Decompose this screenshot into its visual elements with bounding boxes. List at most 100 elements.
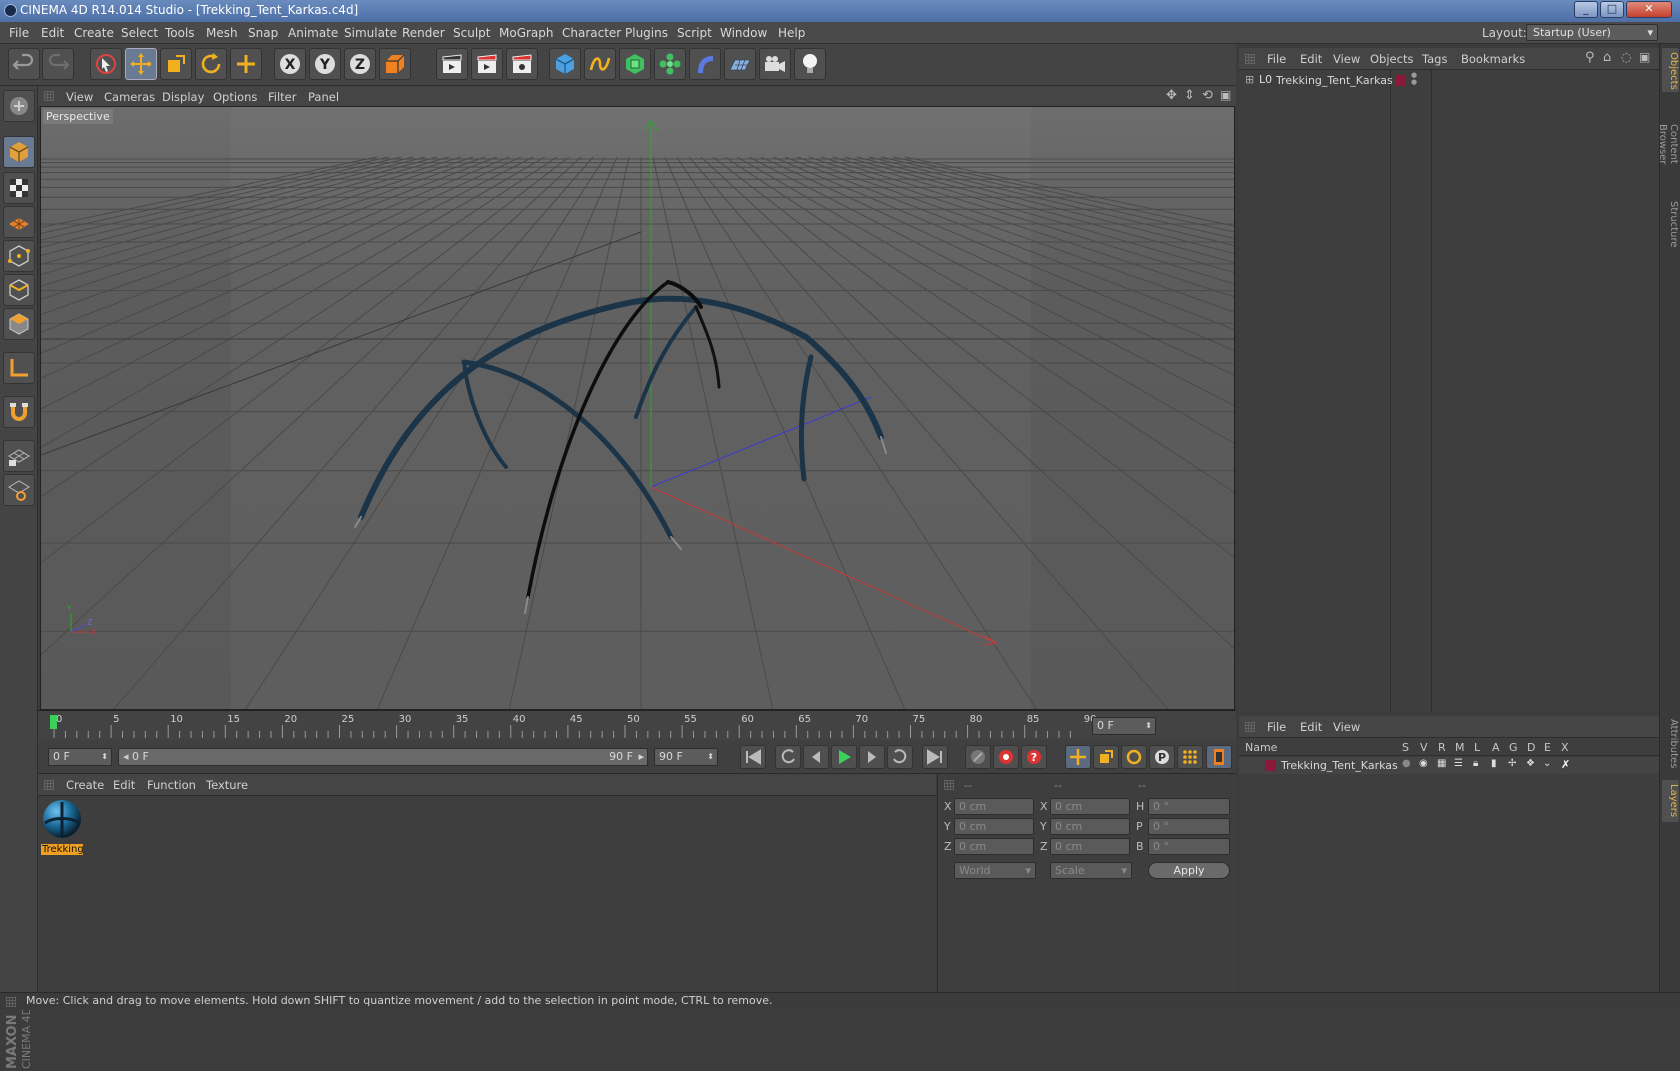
visibility-dots-icon[interactable]: ● ● <box>1411 72 1417 86</box>
menu-help[interactable]: Help <box>778 26 805 40</box>
size-y-field[interactable]: 0 cm <box>1050 818 1130 835</box>
previous-frame-button[interactable] <box>803 745 829 769</box>
eye-icon[interactable]: ◉ <box>1419 758 1428 769</box>
material-menu-edit[interactable]: Edit <box>113 778 135 792</box>
viewport-pan-icon[interactable]: ✥ <box>1166 88 1177 103</box>
rotation-h-field[interactable]: 0 ° <box>1148 798 1230 815</box>
menu-render[interactable]: Render <box>402 26 445 40</box>
edges-mode-button[interactable] <box>3 274 35 306</box>
layer-col-render[interactable]: R <box>1438 741 1446 754</box>
menu-edit[interactable]: Edit <box>41 26 64 40</box>
current-frame-field[interactable]: 0 F ⬍ <box>1092 717 1156 735</box>
autokeying-button[interactable] <box>993 745 1019 769</box>
make-editable-button[interactable] <box>3 90 35 122</box>
generator-icon[interactable]: ✢ <box>1508 758 1516 769</box>
viewport-menu-view[interactable]: View <box>66 90 93 104</box>
key-position-button[interactable] <box>1065 745 1091 769</box>
expand-icon[interactable]: ⊞ <box>1245 73 1254 86</box>
array-button[interactable] <box>654 48 686 80</box>
coordinate-system-button[interactable] <box>379 48 411 80</box>
model-mode-button[interactable] <box>3 136 35 168</box>
panel-collapse-icon[interactable]: ◌ <box>1621 50 1631 64</box>
menu-animate[interactable]: Animate <box>288 26 338 40</box>
x-axis-lock-button[interactable]: X <box>274 48 306 80</box>
menu-file[interactable]: File <box>9 26 29 40</box>
key-rotation-button[interactable] <box>1121 745 1147 769</box>
viewport-rotate-icon[interactable]: ⟲ <box>1202 88 1213 103</box>
layer-color-swatch[interactable] <box>1265 760 1276 771</box>
object-menu-file[interactable]: File <box>1267 52 1286 66</box>
layer-col-solo[interactable]: S <box>1402 741 1409 754</box>
position-x-field[interactable]: 0 cm <box>954 798 1034 815</box>
layer-menu-file[interactable]: File <box>1267 720 1286 734</box>
menu-snap[interactable]: Snap <box>248 26 278 40</box>
frame-range-slider[interactable]: ◂ 0 F 90 F ▸ <box>118 748 648 766</box>
layer-col-locked[interactable]: L <box>1474 741 1480 754</box>
solo-dot-icon[interactable]: ● <box>1402 758 1411 769</box>
viewport-menu-filter[interactable]: Filter <box>268 90 296 104</box>
tab-structure[interactable]: Structure <box>1662 196 1679 252</box>
lock-icon[interactable]: 🔒︎ <box>1473 758 1478 769</box>
next-key-button[interactable] <box>887 745 913 769</box>
play-button[interactable] <box>831 745 857 769</box>
object-menu-objects[interactable]: Objects <box>1370 52 1413 66</box>
light-button[interactable] <box>794 48 826 80</box>
layer-color-swatch[interactable] <box>1395 75 1406 86</box>
menu-tools[interactable]: Tools <box>165 26 195 40</box>
record-keys-button[interactable] <box>965 745 991 769</box>
layer-col-generators[interactable]: G <box>1509 741 1518 754</box>
material-item[interactable]: Trekking <box>41 797 83 855</box>
layer-row[interactable]: Trekking_Tent_Karkas ● ◉ ▦ ☰ 🔒︎ ▮ ✢ ❖ ⌄ … <box>1239 757 1659 774</box>
close-button[interactable]: ✕ <box>1626 1 1672 18</box>
coordinate-space-dropdown[interactable]: World ▾ <box>954 862 1036 879</box>
minimize-button[interactable]: _ <box>1574 1 1598 18</box>
key-point-level-button[interactable] <box>1177 745 1203 769</box>
recent-tool-button[interactable] <box>230 48 262 80</box>
layout-dropdown[interactable]: Startup (User) ▾ <box>1526 24 1658 41</box>
undo-button[interactable] <box>8 48 40 80</box>
move-tool-button[interactable] <box>125 48 157 80</box>
xref-icon[interactable]: ✗ <box>1561 758 1570 771</box>
object-menu-tags[interactable]: Tags <box>1422 52 1447 66</box>
menu-window[interactable]: Window <box>720 26 767 40</box>
viewport-menu-panel[interactable]: Panel <box>308 90 339 104</box>
planar-workplane-button[interactable] <box>3 474 35 506</box>
key-parameter-button[interactable]: P <box>1149 745 1175 769</box>
tab-objects[interactable]: Objects <box>1662 48 1679 92</box>
size-x-field[interactable]: 0 cm <box>1050 798 1130 815</box>
axis-mode-button[interactable] <box>3 352 35 384</box>
material-manager-area[interactable]: Trekking <box>38 796 936 992</box>
render-view-button[interactable] <box>436 48 468 80</box>
deformer-icon[interactable]: ❖ <box>1526 758 1535 769</box>
next-frame-button[interactable] <box>859 745 885 769</box>
menu-create[interactable]: Create <box>74 26 114 40</box>
points-mode-button[interactable] <box>3 240 35 272</box>
viewport-menu-cameras[interactable]: Cameras <box>104 90 155 104</box>
workplane-lock-button[interactable] <box>3 440 35 472</box>
live-selection-button[interactable] <box>90 48 122 80</box>
manager-icon[interactable]: ☰ <box>1454 758 1463 769</box>
rotate-tool-button[interactable] <box>195 48 227 80</box>
y-axis-lock-button[interactable]: Y <box>309 48 341 80</box>
position-z-field[interactable]: 0 cm <box>954 838 1034 855</box>
layer-col-expressions[interactable]: E <box>1544 741 1551 754</box>
search-icon[interactable]: ⚲ <box>1585 50 1595 65</box>
layer-menu-edit[interactable]: Edit <box>1300 720 1322 734</box>
render-to-picture-viewer-button[interactable] <box>471 48 503 80</box>
rotation-b-field[interactable]: 0 ° <box>1148 838 1230 855</box>
coordinate-mode-dropdown[interactable]: Scale ▾ <box>1050 862 1132 879</box>
material-menu-function[interactable]: Function <box>147 778 196 792</box>
material-menu-create[interactable]: Create <box>66 778 104 792</box>
go-to-start-button[interactable] <box>740 745 766 769</box>
viewport-maximize-icon[interactable]: ▣ <box>1220 88 1231 102</box>
z-axis-lock-button[interactable]: Z <box>344 48 376 80</box>
tab-layers[interactable]: Layers <box>1662 780 1679 822</box>
go-to-end-button[interactable] <box>922 745 948 769</box>
tab-attributes[interactable]: Attributes <box>1662 714 1679 774</box>
viewport-menu-display[interactable]: Display <box>162 90 204 104</box>
texture-mode-button[interactable] <box>3 172 35 204</box>
layer-col-animation[interactable]: A <box>1492 741 1500 754</box>
expression-icon[interactable]: ⌄ <box>1543 758 1551 769</box>
timeline-playhead[interactable] <box>50 715 57 729</box>
tab-content-browser[interactable]: Content Browser <box>1657 100 1679 188</box>
